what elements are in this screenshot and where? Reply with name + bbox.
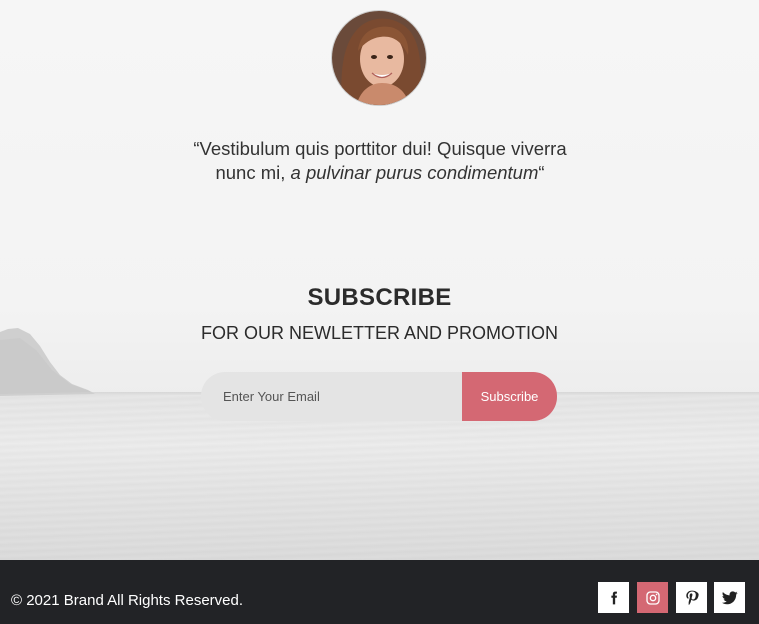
pinterest-icon[interactable] <box>676 582 707 613</box>
quote-italic-text: a pulvinar purus condimentum <box>290 162 539 183</box>
subscribe-subtitle: FOR OUR NEWLETTER AND PROMOTION <box>200 323 558 343</box>
subscribe-title: SUBSCRIBE <box>307 284 452 311</box>
testimonial-quote: “Vestibulum quis porttitor dui! Quisque … <box>190 137 570 185</box>
subscribe-form: Subscribe <box>201 372 557 421</box>
instagram-icon[interactable] <box>637 582 668 613</box>
subscribe-button[interactable]: Subscribe <box>462 372 557 421</box>
quote-close-mark: “ <box>538 162 545 183</box>
hero-section: “Vestibulum quis porttitor dui! Quisque … <box>0 0 759 560</box>
copyright-text: © 2021 Brand All Rights Reserved. <box>11 592 244 609</box>
footer: © 2021 Brand All Rights Reserved. <box>0 560 759 624</box>
avatar <box>331 10 427 106</box>
facebook-icon[interactable] <box>598 582 629 613</box>
twitter-icon[interactable] <box>714 582 745 613</box>
email-input[interactable] <box>201 372 471 421</box>
